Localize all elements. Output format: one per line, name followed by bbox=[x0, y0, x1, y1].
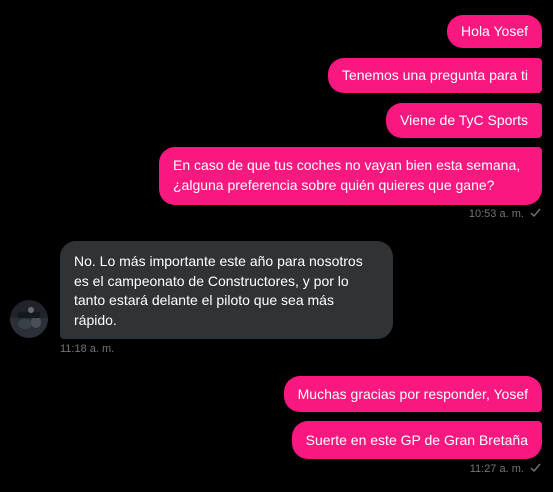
message-text: Hola Yosef bbox=[461, 23, 528, 39]
message-text-line: No. Lo más importante este año para noso… bbox=[74, 253, 363, 269]
message-bubble-received[interactable]: No. Lo más importante este año para noso… bbox=[60, 241, 393, 339]
message-bubble-sent[interactable]: Tenemos una pregunta para ti bbox=[327, 58, 542, 93]
message-text-line: ¿alguna preferencia sobre quién quieres … bbox=[173, 177, 495, 193]
message-bubble-sent[interactable]: Hola Yosef bbox=[447, 15, 542, 48]
avatar[interactable] bbox=[10, 300, 48, 338]
message-timestamp: 10:53 a. m. bbox=[469, 208, 541, 220]
message-bubble-sent[interactable]: Viene de TyC Sports bbox=[386, 103, 542, 138]
message-timestamp: 11:18 a. m. bbox=[60, 343, 115, 355]
message-timestamp: 11:27 a. m. bbox=[470, 463, 541, 475]
message-text-line: rápido. bbox=[74, 311, 117, 328]
message-bubble-sent[interactable]: Suerte en este GP de Gran Bretaña bbox=[291, 421, 542, 459]
message-text: Suerte en este GP de Gran Bretaña bbox=[305, 432, 528, 448]
message-bubble-sent[interactable]: En caso de que tus coches no vayan bien … bbox=[159, 147, 542, 205]
message-text-line: tanto estará delante el piloto que sea m… bbox=[74, 292, 334, 308]
check-icon bbox=[530, 208, 541, 220]
check-icon bbox=[530, 463, 541, 475]
message-text: Tenemos una pregunta para ti bbox=[341, 67, 528, 83]
message-text: Muchas gracias por responder, Yosef bbox=[297, 386, 528, 402]
message-bubble-sent[interactable]: Muchas gracias por responder, Yosef bbox=[283, 376, 542, 412]
message-text: Viene de TyC Sports bbox=[400, 112, 528, 128]
message-text-line: es el campeonato de Constructores, y por… bbox=[74, 272, 349, 289]
message-text-line: En caso de que tus coches no vayan bien … bbox=[173, 157, 521, 173]
